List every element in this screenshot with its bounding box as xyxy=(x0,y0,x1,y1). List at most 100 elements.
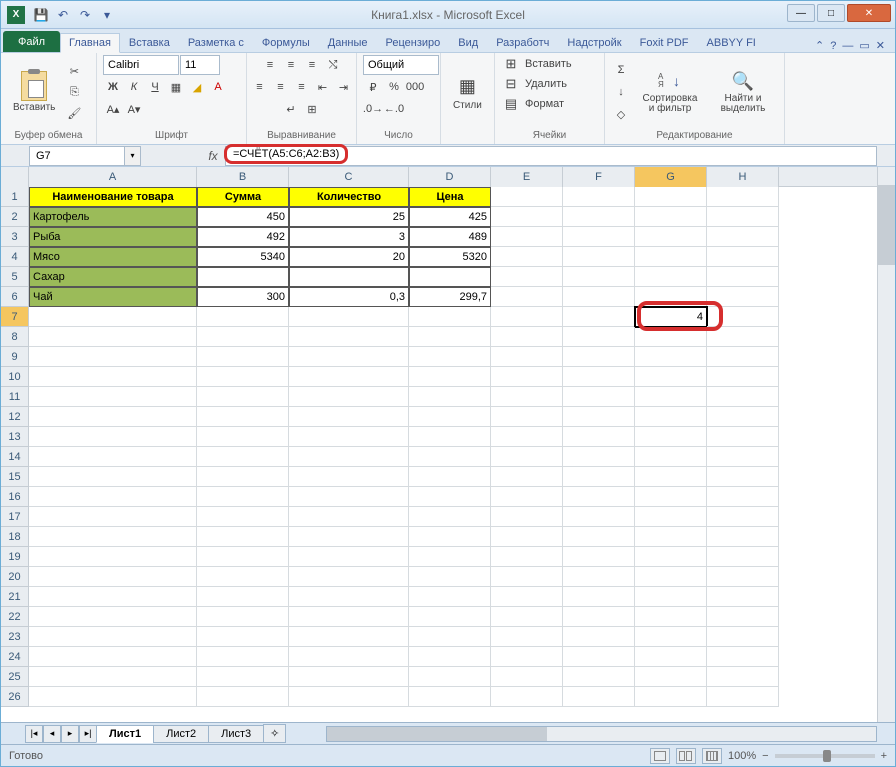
find-select-button[interactable]: 🔍 Найти и выделить xyxy=(709,69,777,116)
cell-E20[interactable] xyxy=(491,567,563,587)
zoom-out-button[interactable]: − xyxy=(762,750,768,762)
cut-icon[interactable]: ✂ xyxy=(64,61,84,81)
cell-D25[interactable] xyxy=(409,667,491,687)
cell-E9[interactable] xyxy=(491,347,563,367)
cell-D24[interactable] xyxy=(409,647,491,667)
cell-D14[interactable] xyxy=(409,447,491,467)
cell-H25[interactable] xyxy=(707,667,779,687)
tab-foxit pdf[interactable]: Foxit PDF xyxy=(631,33,698,52)
cell-F14[interactable] xyxy=(563,447,635,467)
cell-D4[interactable]: 5320 xyxy=(409,247,491,267)
cell-A10[interactable] xyxy=(29,367,197,387)
cell-B11[interactable] xyxy=(197,387,289,407)
cell-F26[interactable] xyxy=(563,687,635,707)
cell-C13[interactable] xyxy=(289,427,409,447)
fill-color-button[interactable]: ◢ xyxy=(187,77,207,97)
cell-B8[interactable] xyxy=(197,327,289,347)
bold-button[interactable]: Ж xyxy=(103,77,123,97)
cell-D12[interactable] xyxy=(409,407,491,427)
cell-F16[interactable] xyxy=(563,487,635,507)
cell-B20[interactable] xyxy=(197,567,289,587)
cell-E22[interactable] xyxy=(491,607,563,627)
cell-F24[interactable] xyxy=(563,647,635,667)
underline-button[interactable]: Ч xyxy=(145,77,165,97)
cell-A3[interactable]: Рыба xyxy=(29,227,197,247)
tab-формулы[interactable]: Формулы xyxy=(253,33,319,52)
cell-E5[interactable] xyxy=(491,267,563,287)
font-color-button[interactable]: A xyxy=(208,77,228,97)
row-header-22[interactable]: 22 xyxy=(1,607,29,627)
cell-A1[interactable]: Наименование товара xyxy=(29,187,197,207)
insert-cells-button[interactable]: ⊞Вставить xyxy=(501,55,574,73)
cell-E23[interactable] xyxy=(491,627,563,647)
cell-B7[interactable] xyxy=(197,307,289,327)
cell-A20[interactable] xyxy=(29,567,197,587)
percent-icon[interactable]: % xyxy=(384,77,404,97)
row-header-18[interactable]: 18 xyxy=(1,527,29,547)
cell-D5[interactable] xyxy=(409,267,491,287)
cell-F1[interactable] xyxy=(563,187,635,207)
cell-H9[interactable] xyxy=(707,347,779,367)
cell-C16[interactable] xyxy=(289,487,409,507)
cell-C19[interactable] xyxy=(289,547,409,567)
ribbon-minimize-icon[interactable]: ⌃ xyxy=(815,39,824,52)
cell-G24[interactable] xyxy=(635,647,707,667)
sort-filter-button[interactable]: Сортировка и фильтр xyxy=(634,69,706,116)
tab-вставка[interactable]: Вставка xyxy=(120,33,179,52)
cell-D21[interactable] xyxy=(409,587,491,607)
cells[interactable]: Наименование товараСуммаКоличествоЦенаКа… xyxy=(29,187,779,707)
row-header-13[interactable]: 13 xyxy=(1,427,29,447)
insert-function-button[interactable]: fx xyxy=(201,146,225,166)
tab-разработч[interactable]: Разработч xyxy=(487,33,558,52)
cell-E4[interactable] xyxy=(491,247,563,267)
cell-C8[interactable] xyxy=(289,327,409,347)
cell-E11[interactable] xyxy=(491,387,563,407)
cell-E14[interactable] xyxy=(491,447,563,467)
cell-E10[interactable] xyxy=(491,367,563,387)
row-header-4[interactable]: 4 xyxy=(1,247,29,267)
cell-G20[interactable] xyxy=(635,567,707,587)
cell-C22[interactable] xyxy=(289,607,409,627)
cell-H12[interactable] xyxy=(707,407,779,427)
cell-D16[interactable] xyxy=(409,487,491,507)
row-header-1[interactable]: 1 xyxy=(1,187,29,207)
row-header-3[interactable]: 3 xyxy=(1,227,29,247)
view-pagebreak-button[interactable] xyxy=(702,748,722,764)
cell-G21[interactable] xyxy=(635,587,707,607)
cell-C26[interactable] xyxy=(289,687,409,707)
row-header-7[interactable]: 7 xyxy=(1,307,29,327)
cell-A13[interactable] xyxy=(29,427,197,447)
cell-F6[interactable] xyxy=(563,287,635,307)
currency-icon[interactable]: ₽ xyxy=(363,77,383,97)
cell-A9[interactable] xyxy=(29,347,197,367)
cell-A24[interactable] xyxy=(29,647,197,667)
sheet-tab-Лист3[interactable]: Лист3 xyxy=(208,725,264,743)
cell-C7[interactable] xyxy=(289,307,409,327)
align-top-icon[interactable]: ≡ xyxy=(260,55,280,75)
increase-font-icon[interactable]: A▴ xyxy=(103,99,123,119)
cell-D3[interactable]: 489 xyxy=(409,227,491,247)
cell-A2[interactable]: Картофель xyxy=(29,207,197,227)
cell-E17[interactable] xyxy=(491,507,563,527)
cell-D10[interactable] xyxy=(409,367,491,387)
sheet-tab-Лист2[interactable]: Лист2 xyxy=(153,725,209,743)
cell-G18[interactable] xyxy=(635,527,707,547)
cell-G12[interactable] xyxy=(635,407,707,427)
cell-F8[interactable] xyxy=(563,327,635,347)
cell-G7[interactable]: 4 xyxy=(635,307,707,327)
undo-icon[interactable]: ↶ xyxy=(53,5,73,25)
select-all-corner[interactable] xyxy=(1,167,29,187)
sheet-nav-first-icon[interactable]: |◂ xyxy=(25,725,43,743)
tab-главная[interactable]: Главная xyxy=(60,33,120,53)
cell-G26[interactable] xyxy=(635,687,707,707)
minimize-button[interactable]: — xyxy=(787,4,815,22)
cell-F21[interactable] xyxy=(563,587,635,607)
cell-C11[interactable] xyxy=(289,387,409,407)
cell-A25[interactable] xyxy=(29,667,197,687)
cell-F17[interactable] xyxy=(563,507,635,527)
cell-F19[interactable] xyxy=(563,547,635,567)
cell-B3[interactable]: 492 xyxy=(197,227,289,247)
cell-F10[interactable] xyxy=(563,367,635,387)
cell-D7[interactable] xyxy=(409,307,491,327)
align-right-icon[interactable]: ≡ xyxy=(292,77,312,97)
